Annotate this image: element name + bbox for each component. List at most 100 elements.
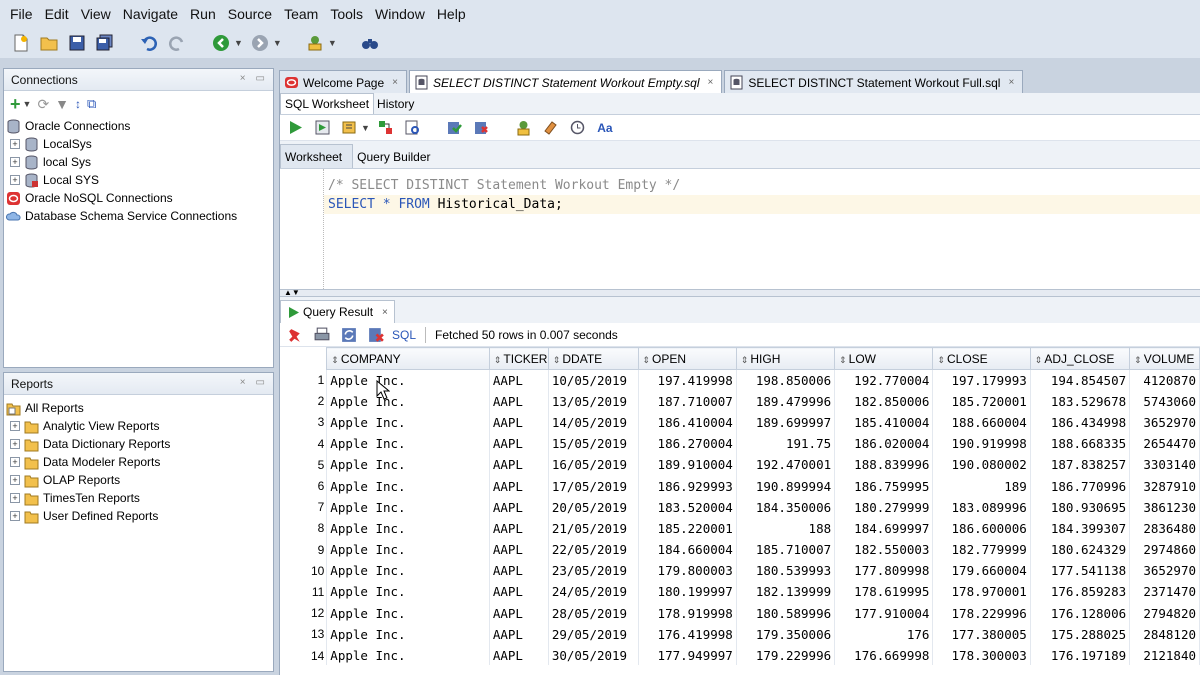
new-file-icon[interactable] bbox=[10, 32, 32, 54]
sort-arrows-icon[interactable]: ⇕ bbox=[1035, 355, 1043, 365]
table-row[interactable]: 8 Apple Inc. AAPL 21/05/2019 185.220001 188 18… bbox=[280, 517, 1200, 539]
table-cell[interactable]: 178.300003 bbox=[932, 644, 1031, 665]
menu-team[interactable]: Team bbox=[278, 6, 324, 22]
table-row[interactable]: 2 Apple Inc. AAPL 13/05/2019 187.710007 189.4… bbox=[280, 390, 1200, 412]
table-cell[interactable]: 192.770004 bbox=[834, 369, 934, 391]
column-header-ticker[interactable]: ⇕ TICKER bbox=[488, 347, 549, 370]
expand-icon[interactable]: + bbox=[10, 475, 20, 485]
table-cell[interactable]: 187.710007 bbox=[638, 390, 737, 412]
sort-arrows-icon[interactable]: ⇕ bbox=[494, 355, 502, 365]
table-row[interactable]: 10 Apple Inc. AAPL 23/05/2019 179.800003 180.… bbox=[280, 560, 1200, 582]
table-cell[interactable]: 182.139999 bbox=[736, 581, 836, 603]
table-cell[interactable]: Apple Inc. bbox=[326, 411, 490, 434]
table-cell[interactable]: AAPL bbox=[489, 369, 549, 391]
menu-source[interactable]: Source bbox=[222, 6, 278, 22]
column-header-open[interactable]: ⇕ OPEN bbox=[637, 347, 737, 370]
table-cell[interactable]: AAPL bbox=[489, 433, 549, 455]
table-cell[interactable]: 185.410004 bbox=[834, 411, 934, 434]
report-analytic-view[interactable]: + Analytic View Reports bbox=[6, 417, 273, 435]
table-cell[interactable]: 179.800003 bbox=[638, 560, 737, 582]
table-cell[interactable]: 177.949997 bbox=[638, 644, 737, 665]
sql-tuning-icon[interactable] bbox=[513, 117, 535, 139]
table-cell[interactable]: 2121840 bbox=[1129, 644, 1200, 665]
redo-icon[interactable] bbox=[166, 32, 188, 54]
sql-dropdown-icon[interactable]: ▼ bbox=[328, 38, 337, 48]
tab-history[interactable]: History bbox=[374, 97, 417, 111]
table-cell[interactable]: 175.288025 bbox=[1030, 623, 1131, 645]
save-icon[interactable] bbox=[66, 32, 88, 54]
table-cell[interactable]: 180.279999 bbox=[834, 496, 934, 518]
autotrace-icon[interactable] bbox=[338, 117, 360, 139]
menu-file[interactable]: File bbox=[4, 6, 39, 22]
back-icon[interactable] bbox=[210, 32, 232, 54]
table-cell[interactable]: 176.859283 bbox=[1030, 581, 1131, 603]
table-cell[interactable]: 2974860 bbox=[1129, 539, 1200, 561]
table-cell[interactable]: 30/05/2019 bbox=[548, 644, 639, 665]
column-header-ddate[interactable]: ⇕ DDATE bbox=[547, 347, 639, 370]
table-cell[interactable]: 177.910004 bbox=[834, 602, 934, 624]
menu-navigate[interactable]: Navigate bbox=[117, 6, 184, 22]
table-cell[interactable]: 5743060 bbox=[1129, 390, 1200, 412]
expand-icon[interactable]: + bbox=[10, 493, 20, 503]
table-cell[interactable]: 183.089996 bbox=[932, 496, 1031, 518]
report-user-defined[interactable]: + User Defined Reports bbox=[6, 507, 273, 525]
table-cell[interactable]: 180.199997 bbox=[638, 581, 737, 603]
table-cell[interactable]: 184.660004 bbox=[638, 539, 737, 561]
table-cell[interactable]: 177.541138 bbox=[1030, 560, 1131, 582]
report-all[interactable]: All Reports bbox=[6, 399, 273, 417]
table-cell[interactable]: 188.668335 bbox=[1030, 433, 1131, 455]
run-script-icon[interactable] bbox=[311, 117, 333, 139]
table-cell[interactable]: 4120870 bbox=[1129, 369, 1200, 391]
close-tab-icon[interactable]: × bbox=[392, 77, 398, 88]
table-cell[interactable]: Apple Inc. bbox=[326, 475, 490, 497]
table-cell[interactable]: 179.660004 bbox=[932, 560, 1031, 582]
table-cell[interactable]: 185.220001 bbox=[638, 517, 737, 539]
minimize-icon[interactable]: ▭ bbox=[256, 377, 265, 388]
expand-icon[interactable]: + bbox=[10, 511, 20, 521]
table-row[interactable]: 11 Apple Inc. AAPL 24/05/2019 180.199997 182.… bbox=[280, 581, 1200, 603]
table-cell[interactable]: 184.350006 bbox=[736, 496, 836, 518]
table-cell[interactable]: AAPL bbox=[489, 517, 549, 539]
table-row[interactable]: 4 Apple Inc. AAPL 15/05/2019 186.270004 191.7… bbox=[280, 433, 1200, 455]
table-cell[interactable]: 188.660004 bbox=[932, 411, 1031, 434]
table-cell[interactable]: 14/05/2019 bbox=[548, 411, 639, 434]
sort-arrows-icon[interactable]: ⇕ bbox=[553, 355, 561, 365]
refresh-icon[interactable]: ⟳ bbox=[37, 96, 49, 113]
schema-browser-icon[interactable]: ⧉ bbox=[87, 96, 96, 112]
table-cell[interactable]: 176 bbox=[834, 623, 934, 645]
expand-icon[interactable]: + bbox=[10, 175, 20, 185]
cancel-query-icon[interactable] bbox=[365, 324, 387, 346]
table-cell[interactable]: 176.419998 bbox=[638, 623, 737, 645]
table-cell[interactable]: 185.710007 bbox=[736, 539, 836, 561]
sort-arrows-icon[interactable]: ⇕ bbox=[937, 355, 945, 365]
close-tab-icon[interactable]: × bbox=[708, 77, 714, 88]
table-cell[interactable]: 13/05/2019 bbox=[548, 390, 639, 412]
expand-icon[interactable]: + bbox=[10, 139, 20, 149]
explain-plan-icon[interactable] bbox=[375, 117, 397, 139]
table-cell[interactable]: 178.919998 bbox=[638, 602, 737, 624]
table-row[interactable]: 12 Apple Inc. AAPL 28/05/2019 178.919998 180.… bbox=[280, 602, 1200, 624]
table-cell[interactable]: 2794820 bbox=[1129, 602, 1200, 624]
sort-icon[interactable]: ↕ bbox=[75, 97, 81, 111]
report-olap[interactable]: + OLAP Reports bbox=[6, 471, 273, 489]
sort-arrows-icon[interactable]: ⇕ bbox=[839, 355, 847, 365]
menu-run[interactable]: Run bbox=[184, 6, 222, 22]
table-cell[interactable]: AAPL bbox=[489, 411, 549, 434]
table-cell[interactable]: 183.520004 bbox=[638, 496, 737, 518]
table-cell[interactable]: 198.850006 bbox=[736, 369, 836, 391]
table-cell[interactable]: 176.669998 bbox=[834, 644, 934, 665]
table-cell[interactable]: 180.539993 bbox=[736, 560, 836, 582]
table-row[interactable]: 6 Apple Inc. AAPL 17/05/2019 186.929993 190.8… bbox=[280, 475, 1200, 497]
table-cell[interactable]: 190.919998 bbox=[932, 433, 1031, 455]
sort-arrows-icon[interactable]: ⇕ bbox=[741, 355, 749, 365]
table-cell[interactable]: Apple Inc. bbox=[326, 369, 490, 391]
expand-icon[interactable]: + bbox=[10, 457, 20, 467]
column-header-high[interactable]: ⇕ HIGH bbox=[735, 347, 836, 370]
table-cell[interactable]: 2371470 bbox=[1129, 581, 1200, 603]
table-cell[interactable]: 177.809998 bbox=[834, 560, 934, 582]
menu-help[interactable]: Help bbox=[431, 6, 472, 22]
table-cell[interactable]: 186.020004 bbox=[834, 433, 934, 455]
menu-edit[interactable]: Edit bbox=[39, 6, 75, 22]
table-cell[interactable]: 176.197189 bbox=[1030, 644, 1131, 665]
table-cell[interactable]: Apple Inc. bbox=[326, 602, 490, 624]
